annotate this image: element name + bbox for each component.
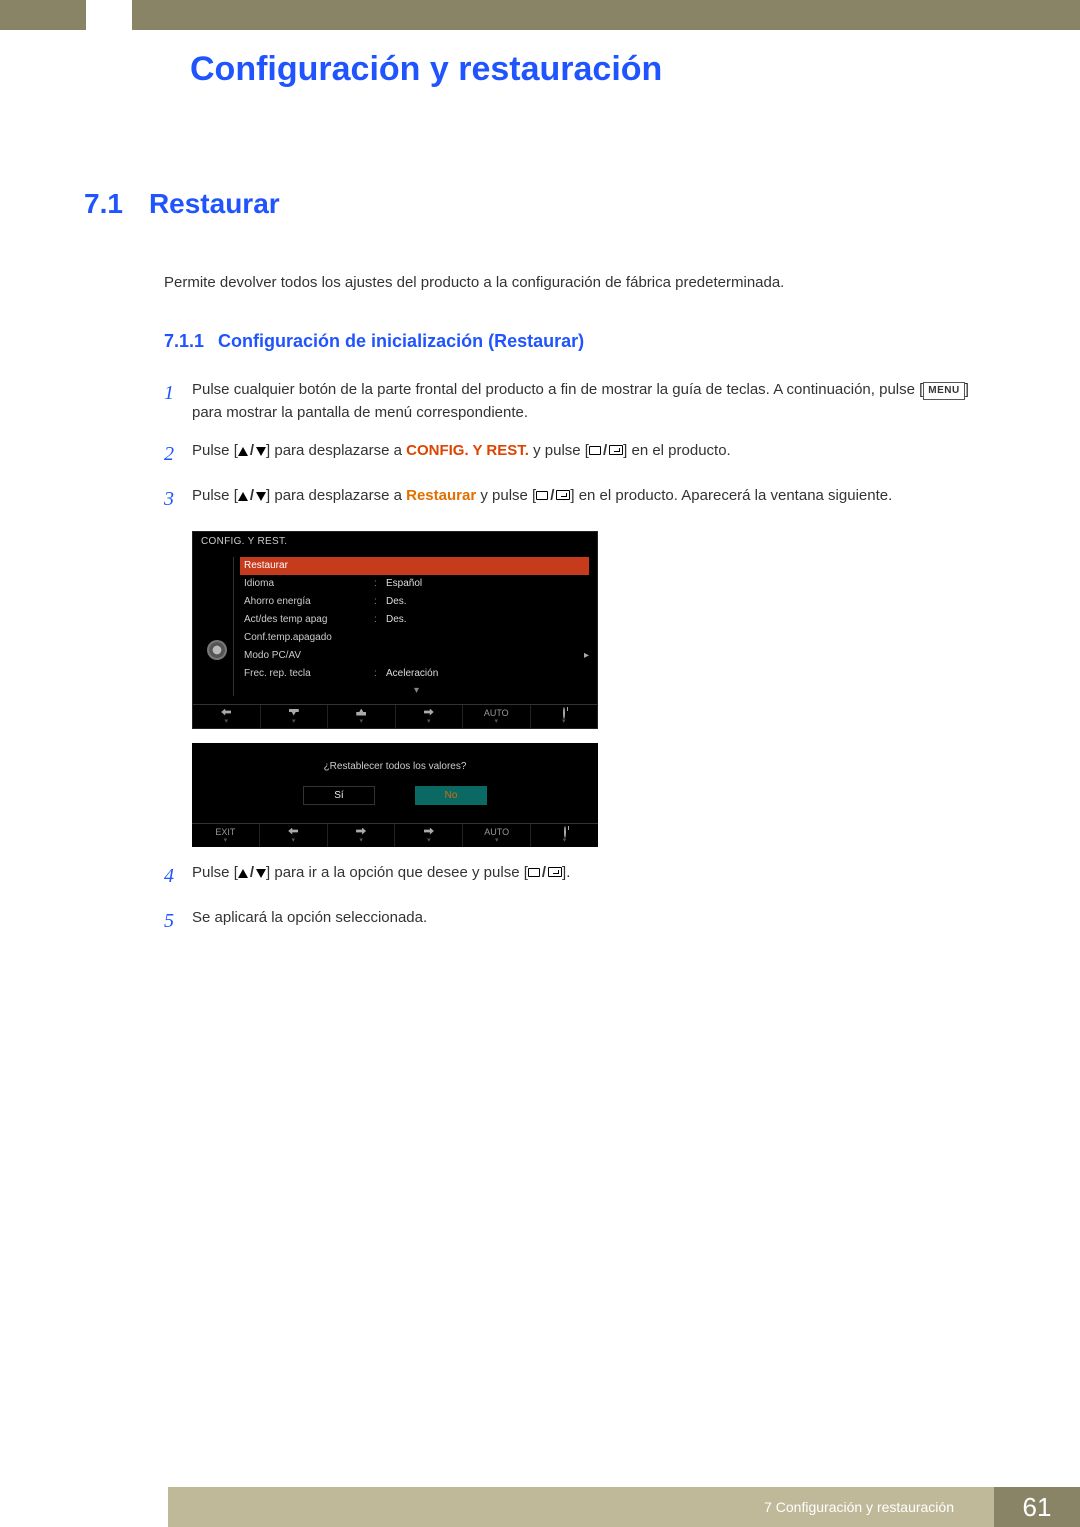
step-text: Se aplicará la opción seleccionada. [192,906,996,929]
subsection-heading: 7.1.1 Configuración de inicialización (Re… [164,331,996,352]
step-number: 3 [164,484,192,515]
step-text: Pulse [/] para desplazarse a Restaurar y… [192,484,996,507]
chapter-icon-box [86,0,132,46]
osd-row-idioma[interactable]: Idioma:Español [244,575,589,593]
highlight-restaurar: Restaurar [406,487,476,504]
down-arrow-icon [256,447,266,456]
gear-icon [207,640,227,660]
osd-menu-screenshot: CONFIG. Y REST. Restaurar Idioma:Español… [192,531,598,729]
enter-icon [556,490,570,500]
osd-row-restaurar[interactable]: Restaurar [240,557,589,575]
steps-list-cont: 4 Pulse [/] para ir a la opción que dese… [164,861,996,937]
section-title: Restaurar [149,188,280,220]
step-1: 1 Pulse cualquier botón de la parte fron… [164,378,996,425]
up-arrow-icon [238,447,248,456]
osd-nav-power[interactable]: ▾ [530,705,598,728]
osd-row-frec[interactable]: Frec. rep. tecla:Aceleración [244,665,589,683]
highlight-config-rest: CONFIG. Y REST. [406,442,529,459]
top-band [0,0,1080,30]
footer-chapter-label: 7 Configuración y restauración [764,1487,954,1527]
menu-key-icon: MENU [923,382,964,400]
osd-nav-down[interactable]: ▾ [260,705,328,728]
source-icon [536,491,548,500]
dialog-question: ¿Restablecer todos los valores? [192,761,598,772]
step-4: 4 Pulse [/] para ir a la opción que dese… [164,861,996,892]
step-text: Pulse [/] para ir a la opción que desee … [192,861,996,884]
enter-icon [609,445,623,455]
up-arrow-icon [238,492,248,501]
dialog-nav-bar: EXIT▾ ▾ ▾ ▾ AUTO▾ ▾ [192,823,598,847]
dialog-nav-left[interactable]: ▾ [259,824,327,847]
step-5: 5 Se aplicará la opción seleccionada. [164,906,996,937]
dialog-nav-right1[interactable]: ▾ [327,824,395,847]
osd-scroll-down-icon: ▾ [244,683,589,696]
osd-list: Restaurar Idioma:Español Ahorro energía:… [233,557,589,696]
step-number: 4 [164,861,192,892]
step-number: 5 [164,906,192,937]
confirm-dialog-screenshot: ¿Restablecer todos los valores? Sí No EX… [192,743,598,847]
subsection-title: Configuración de inicialización (Restaur… [218,331,584,351]
dialog-nav-power[interactable]: ▾ [530,824,598,847]
page-footer: 7 Configuración y restauración 61 [0,1487,1080,1527]
osd-row-conf-temp[interactable]: Conf.temp.apagado [244,629,589,647]
osd-nav-left[interactable]: ▾ [193,705,260,728]
subsection-number: 7.1.1 [164,331,204,351]
source-icon [528,868,540,877]
osd-row-pc-av[interactable]: Modo PC/AV▸ [244,647,589,665]
dialog-yes-button[interactable]: Sí [303,786,375,805]
power-icon [563,707,565,719]
step-2: 2 Pulse [/] para desplazarse a CONFIG. Y… [164,439,996,470]
page-number: 61 [1023,1492,1052,1523]
step-3: 3 Pulse [/] para desplazarse a Restaurar… [164,484,996,515]
source-icon [589,446,601,455]
section-heading: 7.1 Restaurar [84,188,996,220]
chevron-right-icon: ▸ [584,650,589,661]
enter-icon [548,867,562,877]
dialog-nav-right2[interactable]: ▾ [394,824,462,847]
step-text: Pulse [/] para desplazarse a CONFIG. Y R… [192,439,996,462]
step-number: 1 [164,378,192,409]
dialog-no-button[interactable]: No [415,786,487,805]
osd-title: CONFIG. Y REST. [193,532,597,551]
dialog-nav-exit[interactable]: EXIT▾ [192,824,259,847]
osd-row-temp-apag[interactable]: Act/des temp apag:Des. [244,611,589,629]
down-arrow-icon [256,492,266,501]
power-icon [564,826,566,838]
osd-nav-auto[interactable]: AUTO▾ [462,705,530,728]
step-number: 2 [164,439,192,470]
osd-nav-bar: ▾ ▾ ▾ ▾ AUTO▾ ▾ [193,704,597,728]
osd-nav-up[interactable]: ▾ [327,705,395,728]
up-arrow-icon [238,869,248,878]
down-arrow-icon [256,869,266,878]
dialog-nav-auto[interactable]: AUTO▾ [462,824,530,847]
osd-row-ahorro[interactable]: Ahorro energía:Des. [244,593,589,611]
chapter-title: Configuración y restauración [190,50,662,89]
osd-nav-right[interactable]: ▾ [395,705,463,728]
section-number: 7.1 [84,188,123,220]
steps-list: 1 Pulse cualquier botón de la parte fron… [164,378,996,515]
section-intro: Permite devolver todos los ajustes del p… [164,274,996,291]
step-text: Pulse cualquier botón de la parte fronta… [192,378,996,425]
